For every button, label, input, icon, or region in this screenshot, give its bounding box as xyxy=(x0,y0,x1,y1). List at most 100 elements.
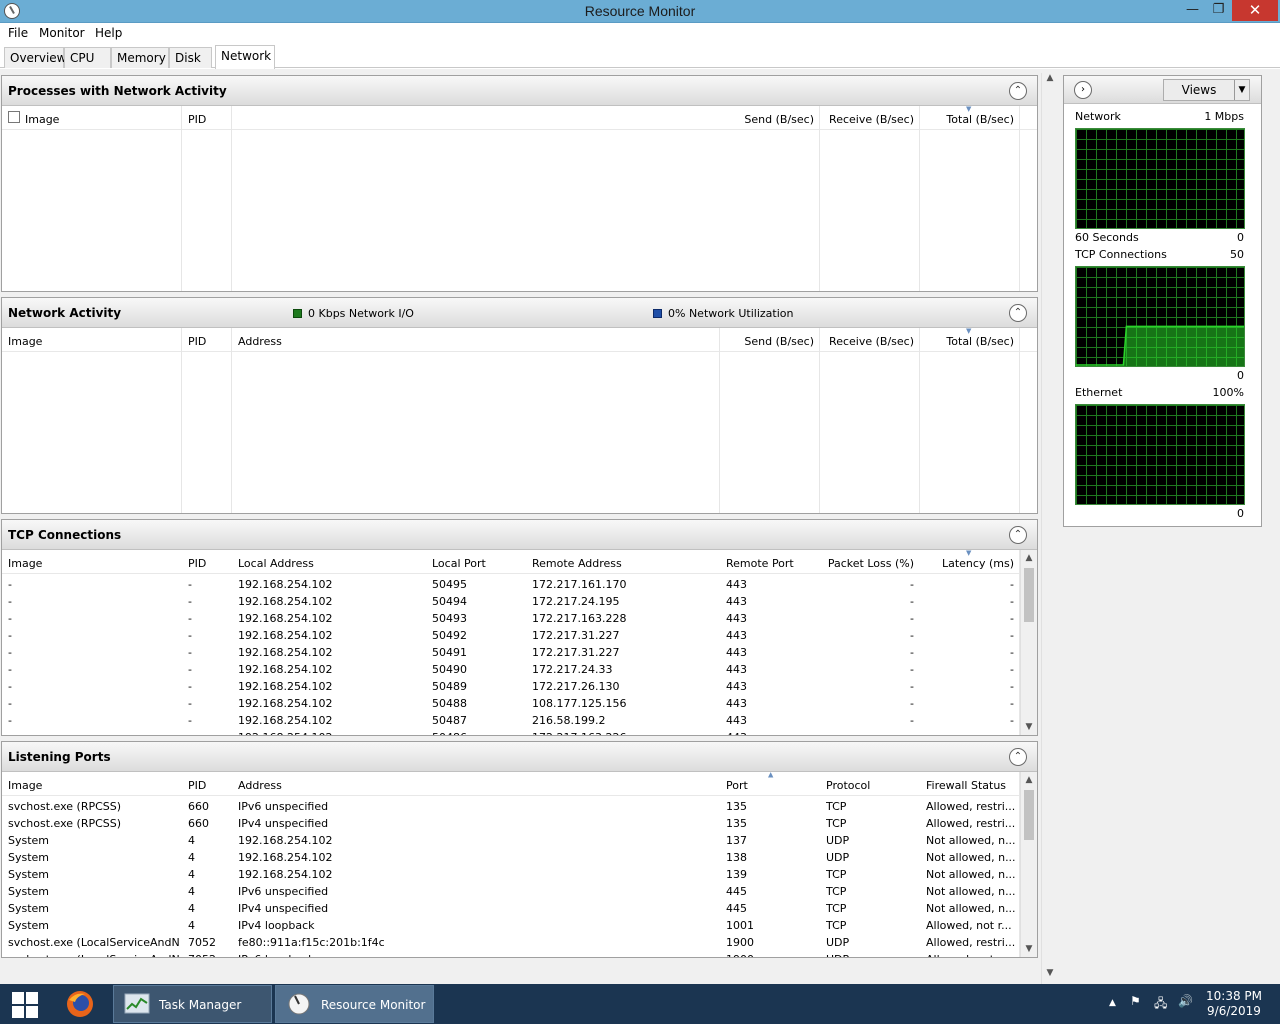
col-image[interactable]: Image xyxy=(8,779,42,792)
taskbar-resource-monitor[interactable]: Resource Monitor xyxy=(275,985,434,1023)
table-cell: - xyxy=(910,578,914,591)
table-cell: 172.217.24.195 xyxy=(532,595,620,608)
scroll-thumb[interactable] xyxy=(1024,790,1034,840)
listening-ports-header[interactable]: Listening Ports ⌃ xyxy=(2,742,1037,772)
select-all-checkbox[interactable] xyxy=(8,111,20,123)
col-image[interactable]: Image xyxy=(25,113,59,126)
table-row[interactable]: - - 192.168.254.102 50492 172.217.31.227 443 -… xyxy=(2,627,1022,644)
table-row[interactable]: System 4 IPv6 unspecified 445 TCP Not allowed… xyxy=(2,883,1022,900)
action-center-flag-icon[interactable]: ⚑ xyxy=(1130,994,1141,1008)
table-row[interactable]: svchost.exe (RPCSS) 660 IPv4 unspecified 13… xyxy=(2,815,1022,832)
table-row[interactable]: svchost.exe (RPCSS) 660 IPv6 unspecified 13… xyxy=(2,798,1022,815)
table-row[interactable]: svchost.exe (LocalServiceAndNo... 7052 fe8… xyxy=(2,934,1022,951)
col-latency[interactable]: Latency (ms) xyxy=(922,557,1014,570)
scroll-up-arrow[interactable]: ▲ xyxy=(1021,772,1037,788)
tab-memory[interactable]: Memory xyxy=(111,47,169,68)
col-pid[interactable]: PID xyxy=(188,779,206,792)
col-address[interactable]: Address xyxy=(238,335,282,348)
col-total[interactable]: Total (B/sec) xyxy=(922,335,1014,348)
table-row[interactable]: System 4 192.168.254.102 139 TCP Not allowed,… xyxy=(2,866,1022,883)
volume-icon[interactable]: 🔊 xyxy=(1178,994,1193,1008)
show-hidden-icons-chevron-icon[interactable]: ▲ xyxy=(1109,998,1116,1008)
network-tray-icon[interactable]: 🖧 xyxy=(1154,994,1167,1015)
table-row[interactable]: - - 192.168.254.102 50495 172.217.161.170 443… xyxy=(2,576,1022,593)
system-clock[interactable]: 10:38 PM 9/6/2019 xyxy=(1195,989,1273,1019)
col-address[interactable]: Address xyxy=(238,779,282,792)
col-remote-address[interactable]: Remote Address xyxy=(532,557,622,570)
collapse-tcp-button[interactable]: ⌃ xyxy=(1009,526,1027,544)
table-cell: 137 xyxy=(726,834,747,847)
col-local-address[interactable]: Local Address xyxy=(238,557,314,570)
collapse-listening-button[interactable]: ⌃ xyxy=(1009,748,1027,766)
menu-file[interactable]: File xyxy=(8,26,28,40)
taskbar-task-manager[interactable]: Task Manager xyxy=(113,985,272,1023)
table-row[interactable]: - - 192.168.254.102 50488 108.177.125.156 443… xyxy=(2,695,1022,712)
chevron-down-icon[interactable]: ▼ xyxy=(1234,80,1249,100)
processes-header[interactable]: Processes with Network Activity ⌃ xyxy=(2,76,1037,106)
tcp-scrollbar[interactable]: ▲ ▼ xyxy=(1020,550,1037,735)
start-button[interactable] xyxy=(12,992,38,1018)
table-row[interactable]: System 4 192.168.254.102 137 UDP Not allowed,… xyxy=(2,832,1022,849)
table-row[interactable]: - - 192.168.254.102 50493 172.217.163.228 443… xyxy=(2,610,1022,627)
col-send[interactable]: Send (B/sec) xyxy=(722,113,814,126)
menu-monitor[interactable]: Monitor xyxy=(39,26,85,40)
scroll-up-arrow[interactable]: ▲ xyxy=(1042,73,1058,89)
table-cell: 50492 xyxy=(432,629,467,642)
network-activity-header[interactable]: Network Activity 0 Kbps Network I/O 0% N… xyxy=(2,298,1037,328)
col-image[interactable]: Image xyxy=(8,335,42,348)
col-firewall-status[interactable]: Firewall Status xyxy=(926,779,1006,792)
table-row[interactable]: - - 192.168.254.102 50494 172.217.24.195 443 -… xyxy=(2,593,1022,610)
table-cell: 172.217.26.130 xyxy=(532,680,620,693)
sort-indicator: ▼ xyxy=(966,549,972,557)
maximize-button[interactable]: ❐ xyxy=(1204,0,1233,21)
network-io-legend: 0 Kbps Network I/O xyxy=(293,307,414,320)
table-cell: Allowed, not r... xyxy=(926,919,1012,932)
scroll-thumb[interactable] xyxy=(1024,568,1034,622)
col-total[interactable]: Total (B/sec) xyxy=(922,113,1014,126)
col-receive[interactable]: Receive (B/sec) xyxy=(822,113,914,126)
scroll-down-arrow[interactable]: ▼ xyxy=(1042,968,1058,984)
scroll-up-arrow[interactable]: ▲ xyxy=(1021,550,1037,566)
col-image[interactable]: Image xyxy=(8,557,42,570)
col-packet-loss[interactable]: Packet Loss (%) xyxy=(822,557,914,570)
scroll-down-arrow[interactable]: ▼ xyxy=(1021,719,1037,735)
menu-help[interactable]: Help xyxy=(95,26,122,40)
col-pid[interactable]: PID xyxy=(188,557,206,570)
collapse-sidebar-button[interactable]: › xyxy=(1074,81,1092,99)
tab-network[interactable]: Network xyxy=(215,45,275,69)
table-row[interactable]: svchost.exe (LocalServiceAndNo... 7052 IPv… xyxy=(2,951,1022,957)
table-row[interactable]: - - 192.168.254.102 50489 172.217.26.130 443 -… xyxy=(2,678,1022,695)
col-port[interactable]: Port xyxy=(726,779,748,792)
listening-scrollbar[interactable]: ▲ ▼ xyxy=(1020,772,1037,957)
col-protocol[interactable]: Protocol xyxy=(826,779,870,792)
main-scrollbar[interactable]: ▲ ▼ xyxy=(1041,73,1057,984)
collapse-processes-button[interactable]: ⌃ xyxy=(1009,82,1027,100)
tab-overview[interactable]: Overview xyxy=(4,47,67,68)
col-pid[interactable]: PID xyxy=(188,113,206,126)
firefox-icon[interactable] xyxy=(63,988,97,1020)
views-dropdown[interactable]: Views ▼ xyxy=(1163,79,1250,101)
col-pid[interactable]: PID xyxy=(188,335,206,348)
tcp-connections-header[interactable]: TCP Connections ⌃ xyxy=(2,520,1037,550)
col-send[interactable]: Send (B/sec) xyxy=(722,335,814,348)
col-receive[interactable]: Receive (B/sec) xyxy=(822,335,914,348)
tcp-connections-graph xyxy=(1075,266,1245,367)
table-cell: 192.168.254.102 xyxy=(238,629,333,642)
table-row[interactable]: - - 192.168.254.102 50491 172.217.31.227 443 -… xyxy=(2,644,1022,661)
table-row[interactable]: System 4 IPv4 loopback 1001 TCP Allowed, not … xyxy=(2,917,1022,934)
table-row[interactable]: - - 192.168.254.102 50486 172.217.163.226 443… xyxy=(2,729,1022,735)
table-row[interactable]: System 4 192.168.254.102 138 UDP Not allowed,… xyxy=(2,849,1022,866)
col-local-port[interactable]: Local Port xyxy=(432,557,486,570)
tab-disk[interactable]: Disk xyxy=(169,47,212,68)
close-button[interactable]: ✕ xyxy=(1232,0,1278,21)
minimize-button[interactable]: — xyxy=(1178,0,1207,21)
table-cell: - xyxy=(910,595,914,608)
table-row[interactable]: System 4 IPv4 unspecified 445 TCP Not allowed… xyxy=(2,900,1022,917)
table-row[interactable]: - - 192.168.254.102 50487 216.58.199.2 443 - - xyxy=(2,712,1022,729)
table-row[interactable]: - - 192.168.254.102 50490 172.217.24.33 443 - - xyxy=(2,661,1022,678)
sort-indicator: ▼ xyxy=(966,327,972,335)
scroll-down-arrow[interactable]: ▼ xyxy=(1021,941,1037,957)
tab-cpu[interactable]: CPU xyxy=(64,47,111,68)
col-remote-port[interactable]: Remote Port xyxy=(726,557,794,570)
collapse-network-activity-button[interactable]: ⌃ xyxy=(1009,304,1027,322)
